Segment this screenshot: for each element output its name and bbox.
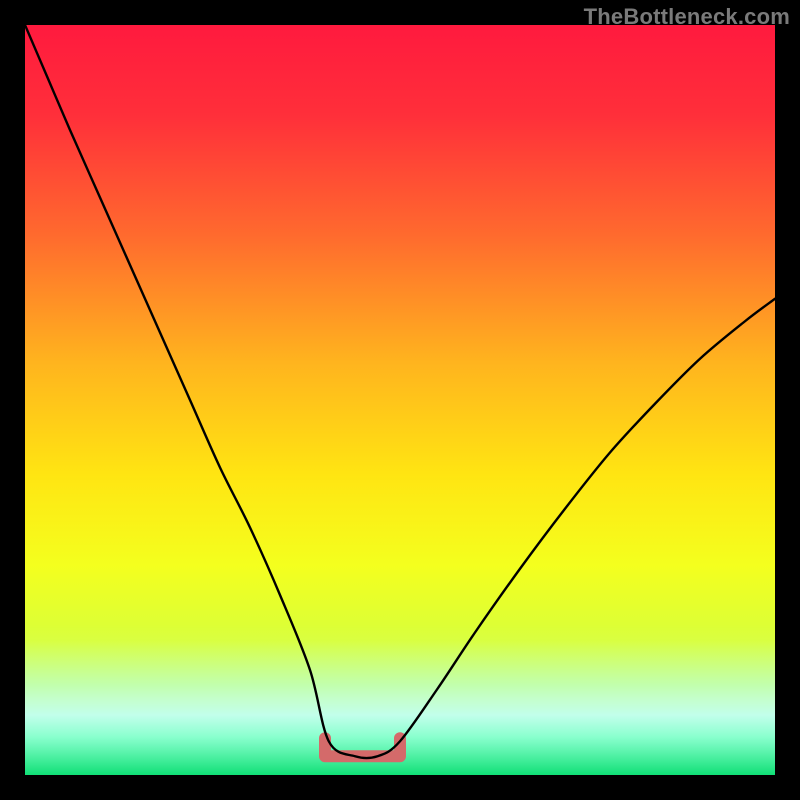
chart-svg xyxy=(25,25,775,775)
chart-frame: TheBottleneck.com xyxy=(0,0,800,800)
plot-area xyxy=(25,25,775,775)
watermark-text: TheBottleneck.com xyxy=(584,4,790,30)
